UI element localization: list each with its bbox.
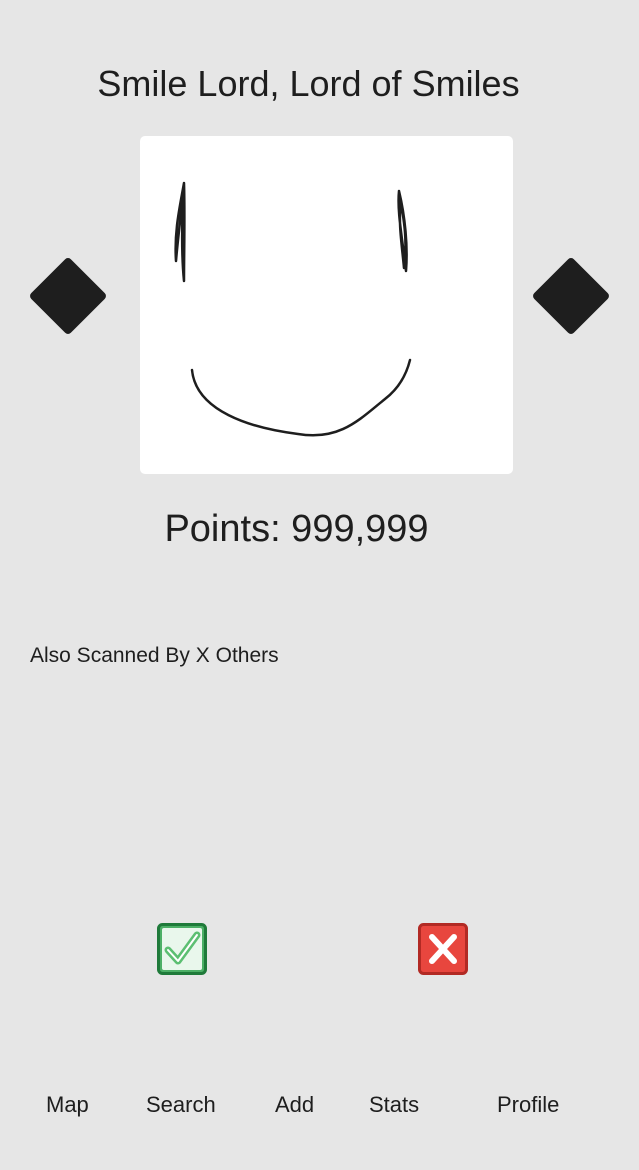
tab-map[interactable]: Map	[46, 1091, 89, 1119]
previous-arrow-icon[interactable]	[28, 256, 108, 336]
reject-button[interactable]	[418, 923, 468, 975]
accept-button[interactable]	[157, 923, 207, 975]
tab-profile[interactable]: Profile	[497, 1091, 559, 1119]
next-arrow-icon[interactable]	[531, 256, 611, 336]
cross-mark-icon	[418, 923, 468, 975]
also-scanned-label: Also Scanned By X Others	[30, 644, 279, 667]
smiley-sketch-icon	[174, 181, 412, 437]
tab-add[interactable]: Add	[275, 1091, 314, 1119]
check-mark-icon	[157, 923, 207, 975]
tab-stats[interactable]: Stats	[369, 1091, 419, 1119]
smile-drawing	[140, 136, 513, 474]
page-title: Smile Lord, Lord of Smiles	[97, 63, 520, 104]
points-label: Points: 999,999	[164, 508, 429, 550]
tab-search[interactable]: Search	[146, 1091, 216, 1119]
